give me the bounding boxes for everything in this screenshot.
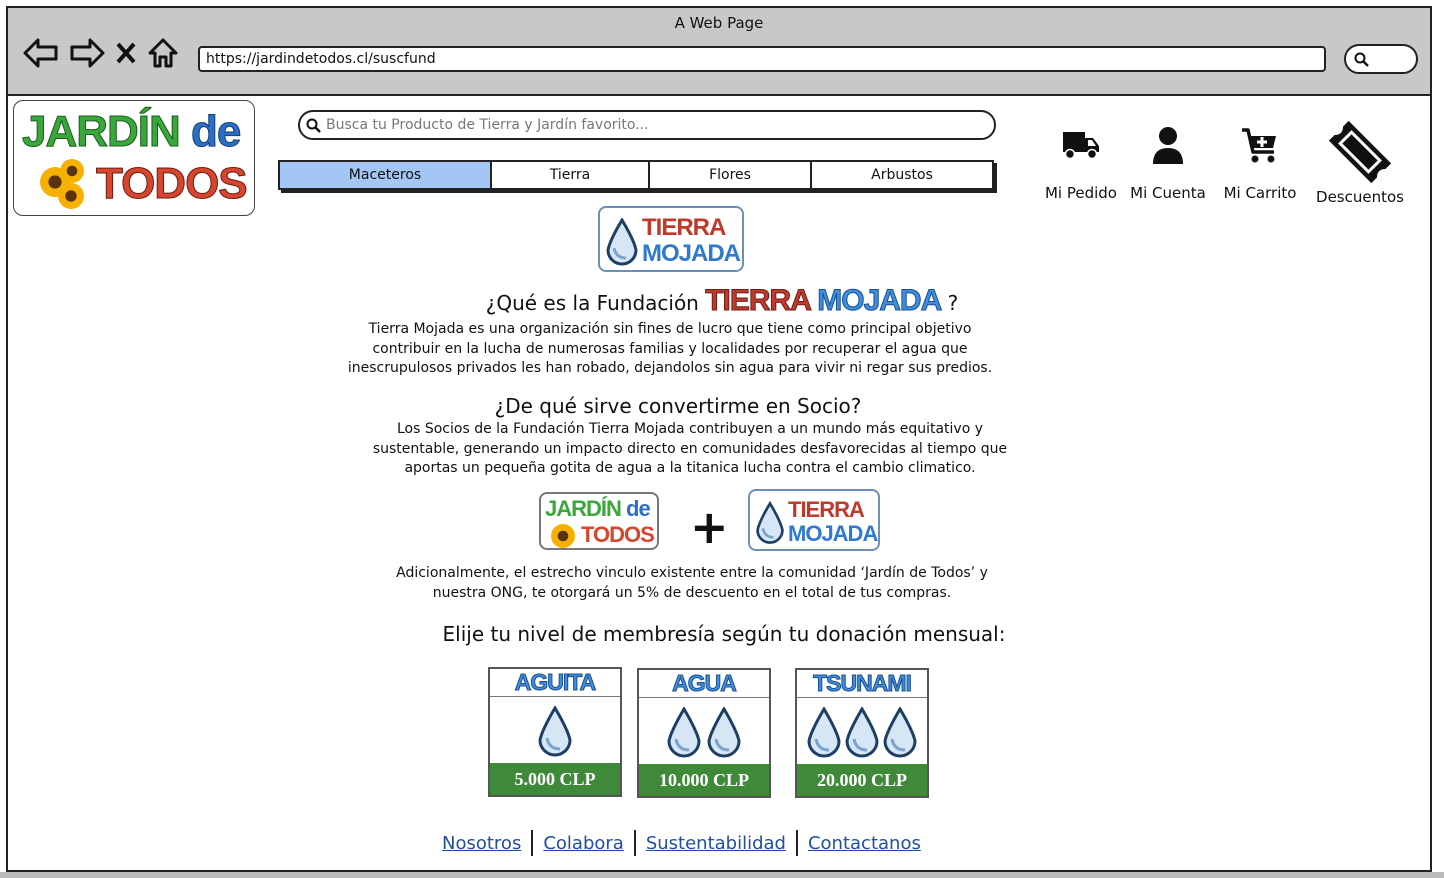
browser-nav xyxy=(22,36,184,70)
user-icon xyxy=(1153,127,1183,164)
search-icon xyxy=(306,118,321,133)
tier-drops xyxy=(797,700,927,766)
heading-word-mojada: MOJADA xyxy=(817,284,943,318)
tier-name: AGUA xyxy=(639,670,769,698)
tier-name: TSUNAMI xyxy=(797,670,927,698)
tm-logo-word-mojada: MOJADA xyxy=(642,240,741,267)
browser-chrome: A Web Page https://jardindetodos.cl/susc… xyxy=(8,8,1430,96)
search-icon xyxy=(1354,52,1369,67)
footer-link-colabora[interactable]: Colabora xyxy=(537,833,629,854)
tab-flores[interactable]: Flores xyxy=(650,162,812,188)
membership-card-aguita[interactable]: AGUITA 5.000 CLP xyxy=(488,667,622,797)
membership-level-heading: Elije tu nivel de membresía según tu don… xyxy=(442,622,1006,646)
my-order-label: Mi Pedido xyxy=(1044,184,1117,202)
product-search-input[interactable]: Busca tu Producto de Tierra y Jardín fav… xyxy=(298,110,996,140)
address-bar[interactable]: https://jardindetodos.cl/suscfund xyxy=(198,46,1326,72)
sunflower-icon xyxy=(551,524,575,548)
truck-icon xyxy=(1063,132,1099,160)
footer-link-nosotros[interactable]: Nosotros xyxy=(436,833,527,854)
my-order-button[interactable]: Mi Pedido xyxy=(1040,126,1122,202)
water-drop-icon xyxy=(707,707,741,758)
tm-logo-word-tierra: TIERRA xyxy=(642,214,726,241)
forward-arrow-icon[interactable] xyxy=(68,36,106,70)
jardin-de-todos-small-logo: JARDÍN de TODOS xyxy=(539,492,659,550)
heading-word-tierra: TIERRA xyxy=(705,284,813,318)
search-placeholder: Busca tu Producto de Tierra y Jardín fav… xyxy=(326,117,649,133)
my-account-label: Mi Cuenta xyxy=(1130,184,1206,202)
footer-divider xyxy=(795,830,798,856)
water-drop-icon xyxy=(883,707,917,758)
discounts-label: Descuentos xyxy=(1316,188,1404,206)
foundation-heading: ¿Qué es la Fundación TIERRA MOJADA ? xyxy=(0,284,1444,318)
back-arrow-icon[interactable] xyxy=(22,36,60,70)
water-drop-icon xyxy=(606,218,638,266)
tier-drops xyxy=(490,699,620,765)
membership-benefit-heading: ¿De qué sirve convertirme en Socio? xyxy=(494,394,862,418)
home-icon[interactable] xyxy=(146,36,184,70)
logo-word-todos: TODOS xyxy=(96,159,249,209)
water-drop-icon xyxy=(538,706,572,757)
tier-drops xyxy=(639,700,769,766)
tier-price: 5.000 CLP xyxy=(490,763,620,795)
category-tabs: Maceteros Tierra Flores Arbustos xyxy=(278,160,994,190)
membership-card-agua[interactable]: AGUA 10.000 CLP xyxy=(637,668,771,798)
tab-arbustos[interactable]: Arbustos xyxy=(812,162,992,188)
ticket-icon xyxy=(1328,120,1392,184)
membership-card-tsunami[interactable]: TSUNAMI 20.000 CLP xyxy=(795,668,929,798)
tier-price: 20.000 CLP xyxy=(797,764,927,796)
foundation-description: Tierra Mojada es una organización sin fi… xyxy=(347,321,993,376)
tierra-mojada-logo-2: TIERRA MOJADA xyxy=(748,489,880,551)
discount-description: Adicionalmente, el estrecho vinculo exis… xyxy=(396,565,988,601)
water-drop-icon xyxy=(845,707,879,758)
footer-nav: Nosotros Colabora Sustentabilidad Contac… xyxy=(436,830,927,856)
horizontal-scrollbar[interactable] xyxy=(0,872,1444,878)
my-cart-button[interactable]: Mi Carrito xyxy=(1218,126,1302,202)
membership-benefit-description: Los Socios de la Fundación Tierra Mojada… xyxy=(372,421,1008,476)
logo-word-de: de xyxy=(191,107,242,157)
site-logo[interactable]: JARDÍN de TODOS xyxy=(13,100,255,216)
water-drop-icon xyxy=(807,707,841,758)
footer-link-contactanos[interactable]: Contactanos xyxy=(802,833,927,854)
footer-link-sustentabilidad[interactable]: Sustentabilidad xyxy=(640,833,792,854)
tab-maceteros[interactable]: Maceteros xyxy=(280,162,492,188)
discounts-button[interactable]: Descuentos xyxy=(1312,114,1408,206)
close-icon[interactable] xyxy=(114,36,138,70)
tab-tierra[interactable]: Tierra xyxy=(492,162,650,188)
footer-divider xyxy=(531,830,534,856)
browser-search-button[interactable] xyxy=(1344,44,1418,74)
water-drop-icon xyxy=(667,707,701,758)
my-cart-label: Mi Carrito xyxy=(1223,184,1297,202)
heading-suffix: ? xyxy=(947,291,959,315)
my-account-button[interactable]: Mi Cuenta xyxy=(1126,126,1210,202)
cart-plus-icon xyxy=(1242,128,1276,163)
footer-divider xyxy=(633,830,636,856)
window-title: A Web Page xyxy=(674,14,764,32)
heading-prefix: ¿Qué es la Fundación xyxy=(485,291,699,315)
water-drop-icon xyxy=(756,501,784,544)
tier-name: AGUITA xyxy=(490,669,620,697)
tierra-mojada-logo: TIERRA MOJADA xyxy=(598,206,744,272)
logo-word-jardin: JARDÍN xyxy=(22,107,182,157)
tier-price: 10.000 CLP xyxy=(639,764,769,796)
plus-sign: + xyxy=(690,500,729,554)
